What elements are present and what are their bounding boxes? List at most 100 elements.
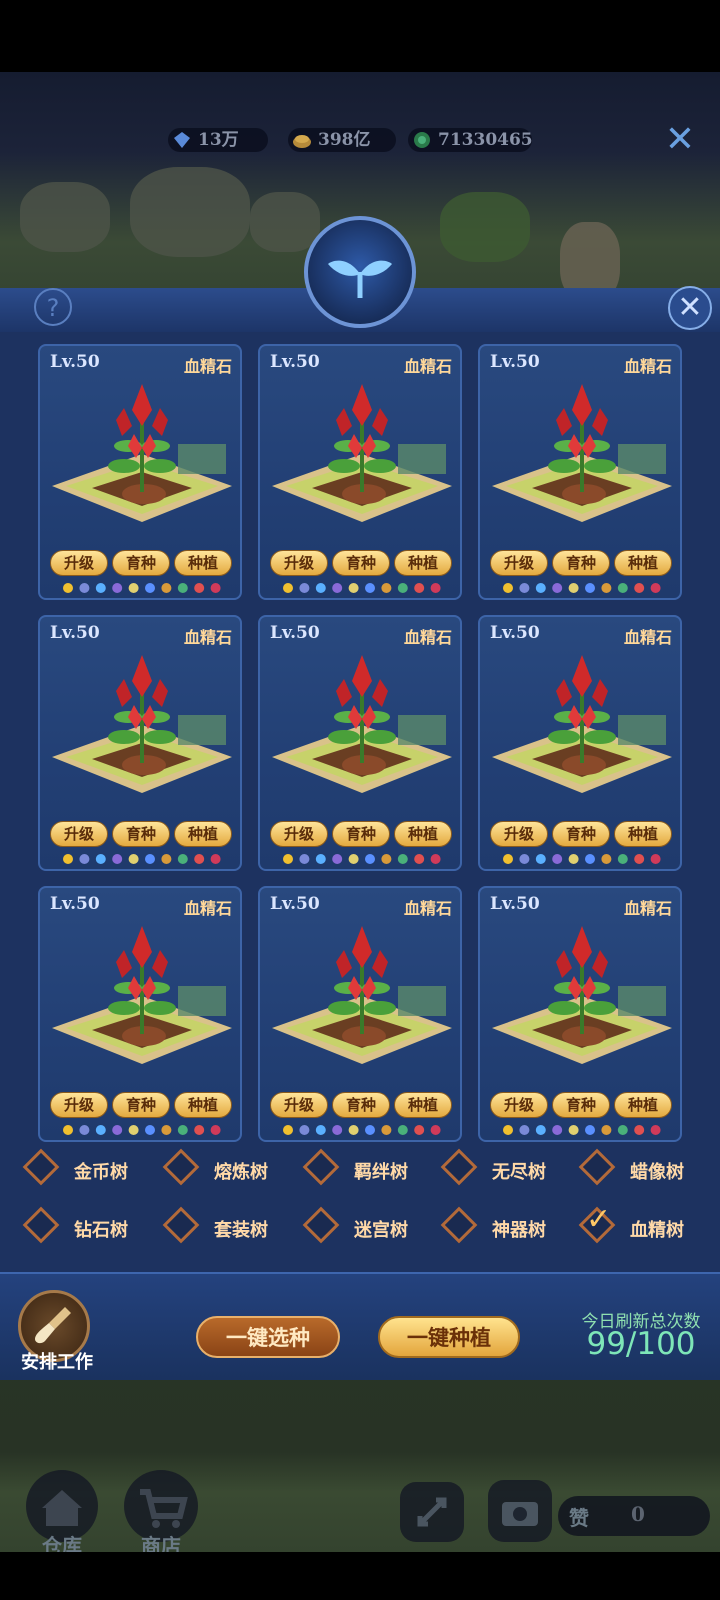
filter-label: 套装树 [214, 1220, 268, 1241]
plant-level: Lv.50 [490, 623, 540, 643]
blood-crystal-plant-image [492, 926, 672, 1064]
plant-button[interactable]: 种植 [614, 550, 672, 576]
resource-icons-row [503, 854, 661, 864]
plant-type: 血精石 [183, 628, 232, 647]
filter-checkbox[interactable] [302, 1206, 340, 1244]
blood-crystal-plant-image [492, 384, 672, 522]
breed-button[interactable]: 育种 [112, 1092, 170, 1118]
plant-level: Lv.50 [270, 352, 320, 372]
breed-button[interactable]: 育种 [552, 821, 610, 847]
tree-filter-option[interactable]: 熔炼树 [162, 1148, 288, 1190]
close-icon[interactable]: ✕ [658, 120, 702, 160]
resource-icons-row [283, 854, 441, 864]
plant-button[interactable]: 种植 [174, 1092, 232, 1118]
blood-crystal-plant-image [52, 926, 232, 1064]
breed-button[interactable]: 育种 [332, 1092, 390, 1118]
green-gem-counter: 71330465 [408, 128, 533, 152]
panel-close-button[interactable]: ✕ [668, 286, 712, 330]
plant-card: Lv.50 血精石 升级 育种 种植 [258, 886, 462, 1142]
plant-card: Lv.50 血精石 升级 育种 种植 [258, 344, 462, 600]
blood-crystal-plant-image [272, 384, 452, 522]
plant-card: Lv.50 血精石 升级 育种 种植 [478, 615, 682, 871]
plant-button[interactable]: 种植 [394, 550, 452, 576]
resource-icons-row [283, 1125, 441, 1135]
tree-filter-option[interactable]: 蜡像树 [578, 1148, 704, 1190]
plant-card: Lv.50 血精石 升级 育种 种植 [38, 615, 242, 871]
upgrade-button[interactable]: 升级 [490, 550, 548, 576]
upgrade-button[interactable]: 升级 [490, 821, 548, 847]
filter-label: 迷宫树 [354, 1220, 408, 1241]
diamond-counter: 13万 [168, 128, 268, 152]
tree-filter-option[interactable]: 金币树 [22, 1148, 148, 1190]
plant-button[interactable]: 种植 [394, 821, 452, 847]
breed-button[interactable]: 育种 [332, 550, 390, 576]
upgrade-button[interactable]: 升级 [270, 550, 328, 576]
upgrade-button[interactable]: 升级 [270, 821, 328, 847]
plant-button[interactable]: 种植 [394, 1092, 452, 1118]
like-label: 赞 [569, 1506, 589, 1530]
checkmark-icon: ✓ [586, 1202, 612, 1237]
plant-level: Lv.50 [50, 623, 100, 643]
plant-button[interactable]: 种植 [174, 821, 232, 847]
camera-icon [502, 1502, 538, 1526]
filter-label: 血精树 [630, 1220, 684, 1241]
tree-filter-option[interactable]: 无尽树 [440, 1148, 566, 1190]
tree-filter-option[interactable]: ✓ 血精树 [578, 1202, 704, 1248]
blood-crystal-plant-image [492, 655, 672, 793]
plant-level: Lv.50 [270, 623, 320, 643]
breed-button[interactable]: 育种 [552, 550, 610, 576]
plant-button[interactable]: 种植 [614, 821, 672, 847]
camera-button[interactable] [488, 1480, 552, 1542]
filter-checkbox[interactable] [22, 1206, 60, 1244]
filter-checkbox[interactable] [22, 1148, 60, 1186]
tree-filter-option[interactable]: 钻石树 [22, 1206, 148, 1248]
filter-checkbox[interactable] [162, 1206, 200, 1244]
plant-card: Lv.50 血精石 升级 育种 种植 [478, 886, 682, 1142]
upgrade-button[interactable]: 升级 [50, 550, 108, 576]
resource-icons-row [503, 583, 661, 593]
upgrade-button[interactable]: 升级 [490, 1092, 548, 1118]
breed-button[interactable]: 育种 [112, 550, 170, 576]
plant-type: 血精石 [623, 899, 672, 918]
plant-level: Lv.50 [490, 352, 540, 372]
plant-button[interactable]: 种植 [174, 550, 232, 576]
filter-checkbox[interactable] [440, 1206, 478, 1244]
resource-icons-row [283, 583, 441, 593]
blood-crystal-plant-image [272, 926, 452, 1064]
upgrade-button[interactable]: 升级 [50, 1092, 108, 1118]
filter-label: 蜡像树 [630, 1162, 684, 1183]
gold-coin-icon [293, 135, 311, 148]
arrange-work-label: 安排工作 [21, 1352, 93, 1373]
auto-plant-button[interactable]: 一键种植 [378, 1316, 520, 1358]
plant-card: Lv.50 血精石 升级 育种 种植 [38, 886, 242, 1142]
green-gem-icon [414, 132, 430, 148]
plant-type: 血精石 [623, 357, 672, 376]
resource-icons-row [63, 854, 221, 864]
tree-filter-option[interactable]: 迷宫树 [302, 1206, 428, 1248]
plant-level: Lv.50 [50, 894, 100, 914]
breed-button[interactable]: 育种 [552, 1092, 610, 1118]
tree-filter-option[interactable]: 套装树 [162, 1206, 288, 1248]
upgrade-button[interactable]: 升级 [50, 821, 108, 847]
filter-checkbox[interactable] [440, 1148, 478, 1186]
expand-button[interactable] [400, 1482, 464, 1542]
tree-filter-option[interactable]: 羁绊树 [302, 1148, 428, 1190]
help-button[interactable]: ? [34, 288, 72, 326]
sprout-medallion [304, 216, 416, 328]
tree-filter-option[interactable]: 神器树 [440, 1206, 566, 1248]
filter-checkbox[interactable] [578, 1148, 616, 1186]
plant-button[interactable]: 种植 [614, 1092, 672, 1118]
blood-crystal-plant-image [52, 655, 232, 793]
breed-button[interactable]: 育种 [112, 821, 170, 847]
plant-type: 血精石 [623, 628, 672, 647]
diamond-icon [174, 132, 190, 148]
expand-icon [417, 1497, 447, 1527]
filter-checkbox[interactable] [302, 1148, 340, 1186]
filter-checkbox[interactable] [162, 1148, 200, 1186]
blood-crystal-plant-image [272, 655, 452, 793]
breed-button[interactable]: 育种 [332, 821, 390, 847]
auto-select-seed-button[interactable]: 一键选种 [196, 1316, 340, 1358]
plant-card: Lv.50 血精石 升级 育种 种植 [258, 615, 462, 871]
resource-icons-row [63, 583, 221, 593]
upgrade-button[interactable]: 升级 [270, 1092, 328, 1118]
